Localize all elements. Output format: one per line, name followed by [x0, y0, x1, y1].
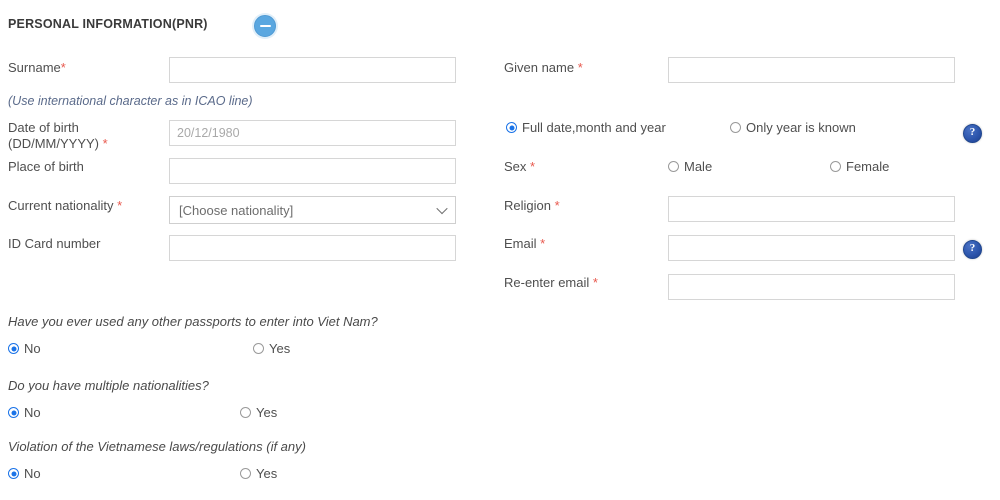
radio-q2-yes-label[interactable]: Yes	[256, 405, 277, 420]
sex-male-option[interactable]: Male	[668, 159, 712, 174]
reenter-email-input[interactable]	[668, 274, 955, 300]
radio-dob-full-date[interactable]	[506, 122, 517, 133]
required-asterisk: *	[577, 60, 583, 75]
question-law-violation-yes-option[interactable]: Yes	[240, 466, 277, 481]
radio-q3-yes[interactable]	[240, 468, 251, 479]
email-help-icon[interactable]: ?	[963, 240, 982, 259]
page-title: PERSONAL INFORMATION(PNR)	[8, 17, 208, 31]
dob-mode-year-only-option[interactable]: Only year is known	[730, 120, 856, 135]
minus-bar	[259, 24, 271, 28]
radio-q1-no[interactable]	[8, 343, 19, 354]
date-of-birth-input[interactable]	[169, 120, 456, 146]
radio-dob-year-only-label[interactable]: Only year is known	[746, 120, 856, 135]
reenter-email-label-text: Re-enter email	[504, 275, 590, 290]
required-asterisk: *	[592, 275, 598, 290]
radio-dob-year-only[interactable]	[730, 122, 741, 133]
dob-mode-full-date-option[interactable]: Full date,month and year	[506, 120, 666, 135]
question-law-violation-text: Violation of the Vietnamese laws/regulat…	[8, 439, 306, 454]
current-nationality-label: Current nationality *	[8, 198, 122, 214]
given-name-input[interactable]	[668, 57, 955, 83]
question-multiple-nationalities-text: Do you have multiple nationalities?	[8, 378, 209, 393]
question-multiple-nationalities-yes-option[interactable]: Yes	[240, 405, 277, 420]
radio-q2-no[interactable]	[8, 407, 19, 418]
required-asterisk: *	[102, 136, 108, 151]
personal-information-form: PERSONAL INFORMATION(PNR) Surname* (Use …	[0, 0, 1000, 500]
radio-sex-female-label[interactable]: Female	[846, 159, 889, 174]
religion-label: Religion *	[504, 198, 560, 214]
religion-label-text: Religion	[504, 198, 551, 213]
radio-sex-male[interactable]	[668, 161, 679, 172]
section-header: PERSONAL INFORMATION(PNR)	[8, 17, 208, 31]
question-multiple-nationalities-no-option[interactable]: No	[8, 405, 41, 420]
given-name-label: Given name *	[504, 60, 583, 76]
dob-help-icon[interactable]: ?	[963, 124, 982, 143]
required-asterisk: *	[554, 198, 560, 213]
dob-label-line1: Date of birth	[8, 120, 79, 135]
radio-q2-yes[interactable]	[240, 407, 251, 418]
place-of-birth-input[interactable]	[169, 158, 456, 184]
id-card-number-input[interactable]	[169, 235, 456, 261]
required-asterisk: *	[530, 159, 536, 174]
question-other-passports-text: Have you ever used any other passports t…	[8, 314, 378, 329]
id-card-number-label: ID Card number	[8, 236, 101, 251]
radio-dob-full-date-label[interactable]: Full date,month and year	[522, 120, 666, 135]
surname-label-text: Surname	[8, 60, 61, 75]
icao-hint-text: (Use international character as in ICAO …	[8, 94, 253, 108]
current-nationality-select-wrap[interactable]: [Choose nationality]	[169, 196, 456, 224]
current-nationality-label-text: Current nationality	[8, 198, 114, 213]
sex-label-text: Sex	[504, 159, 527, 174]
minus-circle-icon[interactable]	[254, 15, 276, 37]
current-nationality-select[interactable]: [Choose nationality]	[169, 196, 456, 224]
radio-sex-male-label[interactable]: Male	[684, 159, 712, 174]
radio-q1-yes-label[interactable]: Yes	[269, 341, 290, 356]
radio-q3-no-label[interactable]: No	[24, 466, 41, 481]
dob-label-line2: (DD/MM/YYYY)	[8, 136, 99, 151]
date-of-birth-label: Date of birth (DD/MM/YYYY) *	[8, 120, 108, 152]
radio-q3-no[interactable]	[8, 468, 19, 479]
place-of-birth-label: Place of birth	[8, 159, 84, 174]
surname-label: Surname*	[8, 60, 66, 76]
required-asterisk: *	[540, 236, 546, 251]
surname-input[interactable]	[169, 57, 456, 83]
religion-input[interactable]	[668, 196, 955, 222]
question-other-passports-no-option[interactable]: No	[8, 341, 41, 356]
question-law-violation-no-option[interactable]: No	[8, 466, 41, 481]
required-asterisk: *	[117, 198, 123, 213]
given-name-label-text: Given name	[504, 60, 575, 75]
radio-q1-no-label[interactable]: No	[24, 341, 41, 356]
sex-female-option[interactable]: Female	[830, 159, 889, 174]
radio-q3-yes-label[interactable]: Yes	[256, 466, 277, 481]
radio-q1-yes[interactable]	[253, 343, 264, 354]
email-input[interactable]	[668, 235, 955, 261]
email-label-text: Email	[504, 236, 537, 251]
sex-label: Sex *	[504, 159, 535, 175]
reenter-email-label: Re-enter email *	[504, 275, 598, 291]
radio-sex-female[interactable]	[830, 161, 841, 172]
required-asterisk: *	[60, 60, 66, 75]
email-label: Email *	[504, 236, 545, 252]
question-other-passports-yes-option[interactable]: Yes	[253, 341, 290, 356]
radio-q2-no-label[interactable]: No	[24, 405, 41, 420]
